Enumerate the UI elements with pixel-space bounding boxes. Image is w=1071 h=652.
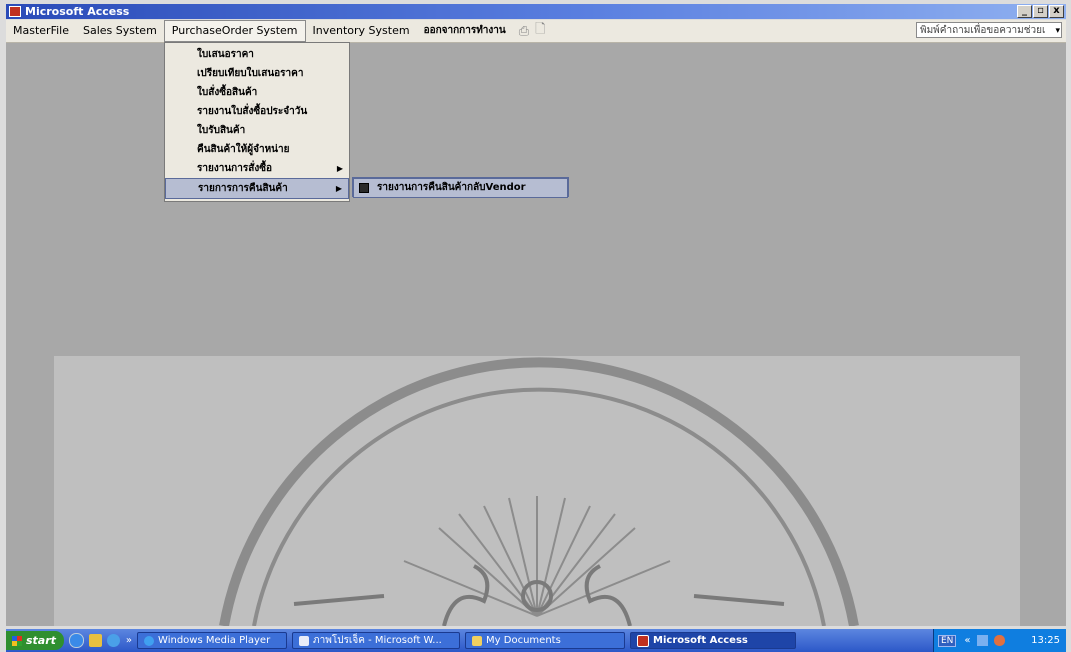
access-app-icon[interactable]	[9, 6, 21, 17]
submenu-item-return-to-vendor-report[interactable]: รายงานการคืนสินค้ากลับVendor	[353, 178, 568, 198]
menu-inventory-system[interactable]: Inventory System	[306, 21, 417, 41]
return-list-submenu: รายงานการคืนสินค้ากลับVendor	[352, 177, 569, 198]
menu-item-return-list[interactable]: รายการการคืนสินค้า ▶	[165, 178, 349, 199]
word-icon	[299, 635, 310, 646]
clock: 13:25	[1031, 635, 1060, 646]
report-icon	[359, 183, 369, 193]
menu-item-label: รายงานใบสั่งซื้อประจำวัน	[197, 106, 308, 117]
task-windows-media-player[interactable]: Windows Media Player	[137, 632, 288, 649]
media-icon[interactable]	[106, 634, 120, 647]
menu-item-purchase-report[interactable]: รายงานการสั่งซื้อ ▶	[165, 159, 349, 178]
start-button[interactable]: start	[6, 631, 64, 650]
menu-item-label: รายงานการสั่งซื้อ	[197, 163, 272, 174]
taskbar: start » Windows Media Player ภาพโปรเจ็ค …	[6, 629, 1066, 652]
internet-explorer-icon[interactable]	[68, 633, 84, 648]
security-icon[interactable]	[993, 635, 1005, 646]
menu-item-label: ใบสั่งซื้อสินค้า	[197, 87, 258, 98]
start-label: start	[26, 634, 56, 647]
access-icon	[637, 634, 650, 647]
media-player-icon	[144, 635, 155, 646]
minimize-button[interactable]: _	[1017, 5, 1032, 18]
task-label: My Documents	[486, 635, 561, 646]
menu-item-compare-quotation[interactable]: เปรียบเทียบใบเสนอราคา	[165, 64, 349, 83]
print-preview-icon[interactable]: 🗋	[535, 20, 545, 42]
tray-chevron[interactable]: «	[964, 635, 970, 646]
system-tray: EN « 13:25	[933, 629, 1066, 652]
windows-logo-icon	[12, 635, 22, 646]
window-controls: _ ▫ x	[1017, 5, 1064, 18]
chevron-right-icon: ▶	[335, 184, 342, 193]
university-seal-icon	[219, 357, 859, 626]
window-title: Microsoft Access	[25, 5, 130, 18]
menu-item-label: คืนสินค้าให้ผู้จำหน่าย	[197, 144, 290, 155]
menu-item-quotation[interactable]: ใบเสนอราคา	[165, 45, 349, 64]
task-label: ภาพโปรเจ็ค - Microsoft W...	[313, 635, 442, 646]
menu-item-return-to-vendor[interactable]: คืนสินค้าให้ผู้จำหน่าย	[165, 140, 349, 159]
chevron-down-icon[interactable]: ▾	[1055, 23, 1060, 37]
help-question-text: พิมพ์คำถามเพื่อขอความช่วยเ	[920, 25, 1046, 36]
folder-icon	[472, 635, 483, 646]
menu-exit[interactable]: ออกจากการทำงาน	[417, 21, 513, 41]
task-label: Microsoft Access	[653, 635, 748, 646]
purchaseorder-dropdown-menu: ใบเสนอราคา เปรียบเทียบใบเสนอราคา ใบสั่งซ…	[164, 42, 350, 202]
title-bar: Microsoft Access _ ▫ x	[6, 4, 1066, 19]
menu-purchaseorder-system[interactable]: PurchaseOrder System	[163, 20, 306, 42]
close-button[interactable]: x	[1049, 5, 1064, 18]
print-icon[interactable]: ⎙	[519, 24, 529, 39]
menu-item-purchase-order[interactable]: ใบสั่งซื้อสินค้า	[165, 83, 349, 102]
network-icon[interactable]	[976, 635, 988, 646]
logo-panel	[54, 356, 1020, 626]
menu-item-label: ใบรับสินค้า	[197, 125, 246, 136]
show-desktop-icon[interactable]	[88, 634, 102, 647]
menu-item-label: รายการการคืนสินค้า	[198, 183, 288, 194]
language-indicator[interactable]: EN	[938, 634, 957, 647]
task-label: Windows Media Player	[158, 635, 271, 646]
help-question-input[interactable]: พิมพ์คำถามเพื่อขอความช่วยเ ▾	[916, 22, 1062, 38]
menu-item-daily-po-report[interactable]: รายงานใบสั่งซื้อประจำวัน	[165, 102, 349, 121]
quick-launch-chevron[interactable]: »	[126, 635, 132, 646]
task-microsoft-access[interactable]: Microsoft Access	[630, 632, 797, 649]
menu-item-label: ใบเสนอราคา	[197, 49, 254, 60]
menu-item-goods-receipt[interactable]: ใบรับสินค้า	[165, 121, 349, 140]
task-word-document[interactable]: ภาพโปรเจ็ค - Microsoft W...	[292, 632, 461, 649]
menu-sales-system[interactable]: Sales System	[76, 21, 164, 41]
submenu-item-label: รายงานการคืนสินค้ากลับVendor	[377, 182, 526, 193]
menu-item-label: เปรียบเทียบใบเสนอราคา	[197, 68, 304, 79]
chevron-right-icon: ▶	[336, 164, 343, 173]
maximize-button[interactable]: ▫	[1033, 5, 1048, 18]
menu-masterfile[interactable]: MasterFile	[6, 21, 76, 41]
task-my-documents[interactable]: My Documents	[465, 632, 626, 649]
menu-bar: MasterFile Sales System PurchaseOrder Sy…	[6, 20, 1066, 43]
